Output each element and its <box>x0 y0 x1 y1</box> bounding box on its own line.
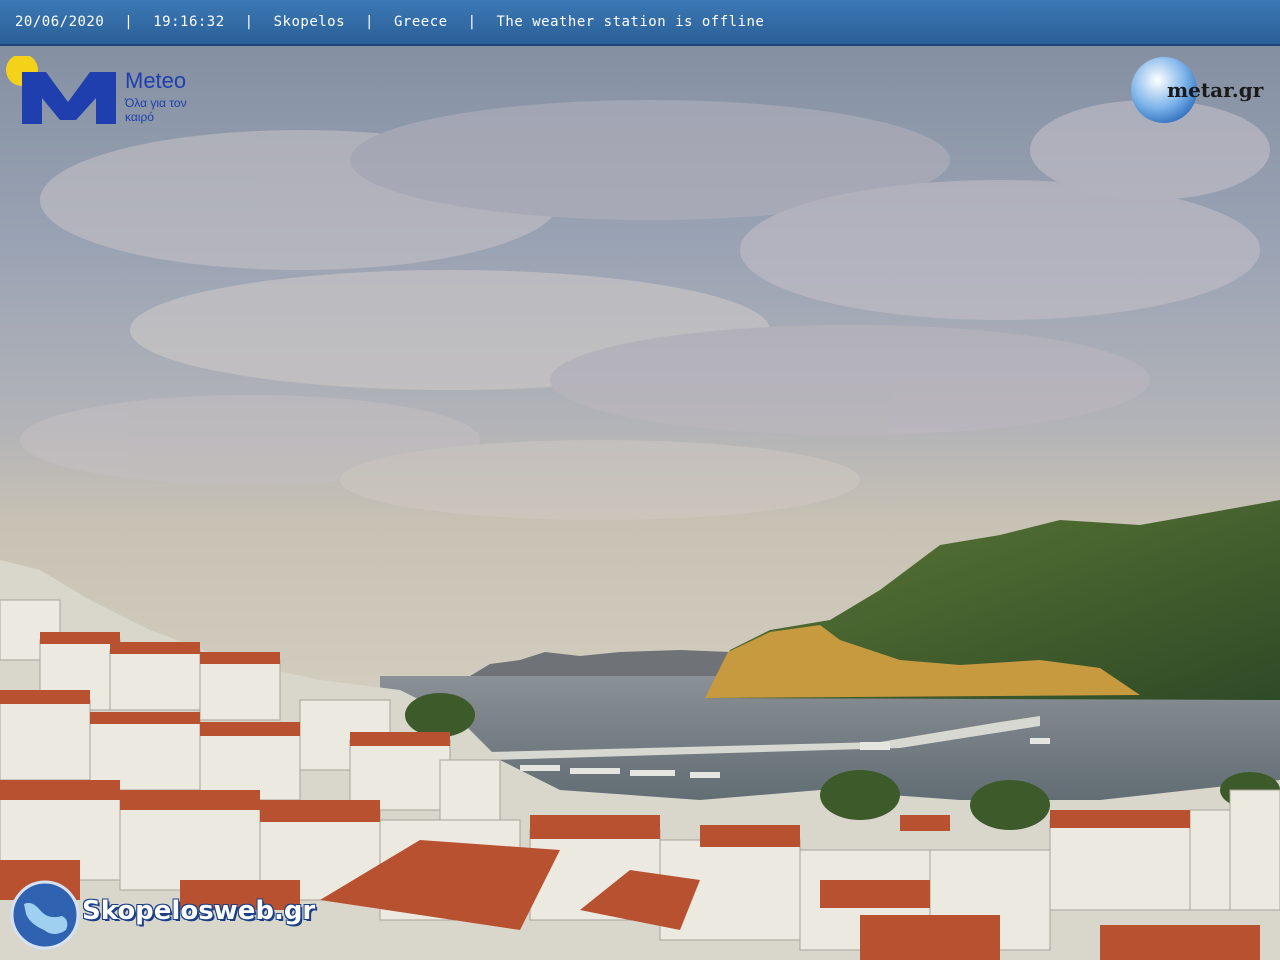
island-badge-icon <box>10 880 80 950</box>
location-text: Skopelos <box>273 14 346 30</box>
m-letter-icon <box>22 72 116 124</box>
country-text: Greece <box>393 14 448 30</box>
time-text: 19:16:32 <box>153 14 225 30</box>
separator: | <box>365 14 374 30</box>
meteo-name: Meteo <box>125 68 187 93</box>
info-bar: 20/06/2020 | 19:16:32 | Skopelos | Greec… <box>0 0 1280 46</box>
webcam-view <box>0 0 1280 960</box>
date-text: 20/06/2020 <box>15 14 105 30</box>
separator: | <box>467 14 477 30</box>
status-text: The weather station is offline <box>496 14 765 30</box>
metar-name: metar.gr <box>1167 78 1264 102</box>
separator: | <box>244 14 254 30</box>
separator: | <box>124 14 134 30</box>
skopelosweb-name: Skopelosweb.gr <box>82 896 316 926</box>
meteo-tagline: Όλα για τον καιρό <box>125 96 187 124</box>
